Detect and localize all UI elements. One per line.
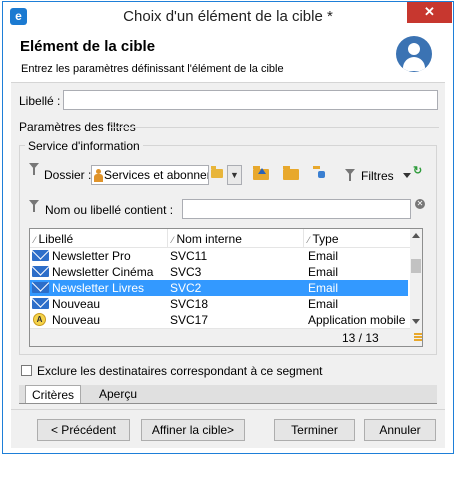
avatar-icon	[396, 36, 432, 72]
dossier-dropdown-button[interactable]: ▼	[227, 165, 242, 185]
refresh-icon[interactable]: ↻	[413, 164, 422, 177]
table-row-selected[interactable]: Newsletter Livres SVC2 Email	[30, 280, 408, 296]
dossier-value: Services et abonner	[104, 168, 209, 182]
mail-icon	[32, 250, 49, 261]
previous-button[interactable]: < Précédent	[37, 419, 130, 441]
mail-icon	[32, 298, 49, 309]
dialog-content: Libellé : Paramètres des filtres Service…	[11, 82, 445, 448]
filters-icon[interactable]	[345, 169, 355, 181]
libelle-input[interactable]	[63, 90, 438, 110]
mail-icon	[32, 266, 49, 277]
tab-apercu[interactable]: Aperçu	[93, 385, 143, 403]
close-button[interactable]: ✕	[407, 2, 452, 23]
clear-search-icon[interactable]: ✕	[415, 199, 425, 209]
mail-icon	[32, 282, 49, 293]
app-icon: e	[10, 8, 27, 25]
person-icon	[94, 169, 103, 182]
window-title: Choix d'un élément de la cible *	[123, 8, 333, 25]
page-count: 13 / 13	[342, 331, 379, 345]
table-footer: 13 / 13	[30, 328, 410, 346]
title-bar[interactable]: e Choix d'un élément de la cible * ✕	[3, 2, 453, 32]
folder-settings-icon[interactable]	[313, 166, 329, 180]
button-bar: < Précédent Affiner la cible> Terminer A…	[11, 409, 445, 448]
scroll-down-icon[interactable]	[412, 319, 420, 324]
dossier-label: Dossier :	[44, 168, 92, 182]
service-group-title: Service d'information	[25, 139, 143, 153]
scroll-thumb[interactable]	[411, 259, 421, 273]
mobile-app-icon: A	[33, 313, 46, 326]
table-scrollbar[interactable]	[410, 229, 422, 346]
cancel-button[interactable]: Annuler	[364, 419, 436, 441]
table-row[interactable]: Nouveau SVC18 Email	[30, 296, 408, 312]
section-divider	[111, 127, 439, 128]
finish-button[interactable]: Terminer	[274, 419, 355, 441]
tabs-bar: Critères Aperçu	[19, 385, 437, 403]
search-label: Nom ou libellé contient :	[45, 203, 174, 217]
table-row[interactable]: Newsletter Pro SVC11 Email	[30, 248, 408, 264]
folder-up-icon[interactable]	[253, 166, 269, 180]
table-row[interactable]: Newsletter Cinéma SVC3 Email	[30, 264, 408, 280]
tabs-divider	[19, 403, 437, 404]
table-row[interactable]: A Nouveau SVC17 Application mobile	[30, 312, 408, 328]
refine-target-button[interactable]: Affiner la cible>	[141, 419, 245, 441]
columns-config-icon[interactable]	[414, 333, 422, 342]
libelle-label: Libellé :	[19, 94, 61, 108]
dossier-filter-icon	[29, 163, 39, 175]
open-folder-icon[interactable]	[283, 166, 299, 180]
page-subtitle: Entrez les paramètres définissant l'élém…	[21, 63, 284, 75]
filters-dropdown-icon[interactable]	[403, 173, 411, 178]
scroll-up-icon[interactable]	[412, 233, 420, 238]
page-title: Elément de la cible	[20, 38, 156, 55]
exclude-checkbox[interactable]	[21, 365, 32, 376]
filters-button[interactable]: Filtres	[361, 169, 394, 183]
tab-criteres[interactable]: Critères	[25, 385, 82, 403]
table-header: ⁄ Libellé ⁄ Nom interne ⁄ Type	[30, 229, 410, 248]
services-table: ⁄ Libellé ⁄ Nom interne ⁄ Type Newsletter P…	[29, 228, 423, 347]
search-filter-icon	[29, 200, 39, 212]
dossier-field[interactable]: Services et abonner	[91, 165, 209, 185]
column-header-libelle[interactable]: ⁄ Libellé	[34, 232, 73, 246]
column-header-type[interactable]: ⁄ Type	[308, 232, 339, 246]
exclude-label: Exclure les destinataires correspondant …	[37, 364, 323, 378]
dialog-window: e Choix d'un élément de la cible * ✕ Elé…	[2, 1, 454, 454]
dialog-header: Elément de la cible Entrez les paramètre…	[11, 32, 445, 82]
search-input[interactable]	[182, 199, 411, 219]
folder-icon	[211, 166, 223, 178]
column-header-nom-interne[interactable]: ⁄ Nom interne	[172, 232, 242, 246]
